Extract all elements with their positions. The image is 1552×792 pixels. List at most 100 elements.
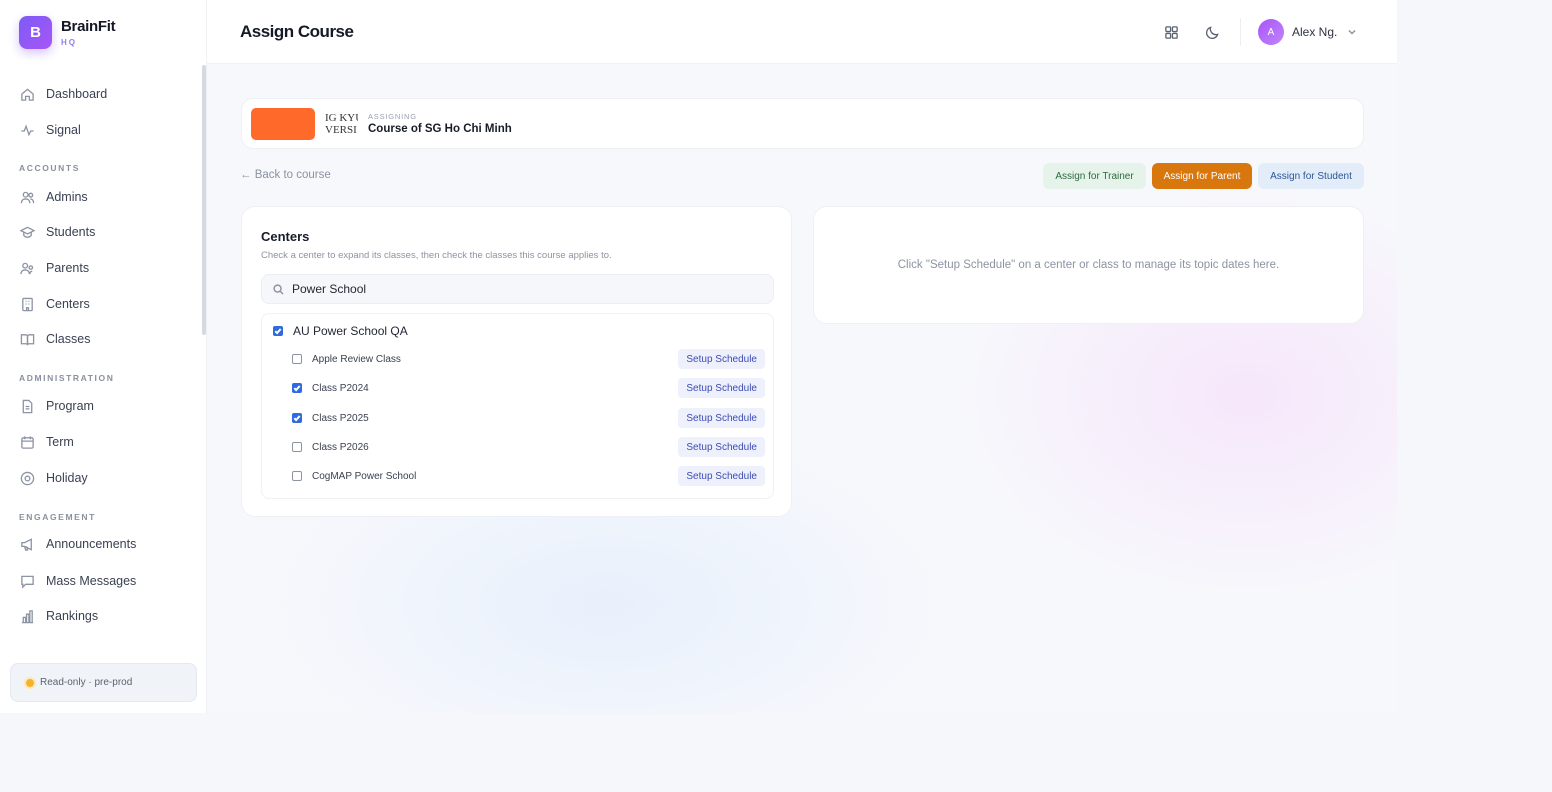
class-name: Class P2025 xyxy=(312,412,369,424)
center-row[interactable]: AU Power School QA xyxy=(273,324,408,338)
sidebar-item-label: Term xyxy=(46,435,74,449)
setup-schedule-button[interactable]: Setup Schedule xyxy=(678,378,765,398)
home-icon xyxy=(21,87,34,101)
status-dot xyxy=(26,678,34,687)
moon-icon xyxy=(1205,25,1219,39)
bar-chart-icon xyxy=(21,609,34,623)
calendar-icon xyxy=(21,435,34,449)
sidebar-item-program[interactable]: Program xyxy=(20,395,94,417)
schedule-hint: Click "Setup Schedule" on a center or cl… xyxy=(897,259,1280,271)
apps-grid-button[interactable] xyxy=(1161,22,1181,42)
sidebar-item-label: Students xyxy=(46,225,96,239)
sidebar-item-dashboard[interactable]: Dashboard xyxy=(20,83,107,105)
sidebar-item-label: Admins xyxy=(46,190,88,204)
sidebar-item-label: Mass Messages xyxy=(46,574,137,588)
class-row: Apple Review Class Setup Schedule xyxy=(292,349,765,369)
message-icon xyxy=(21,575,34,589)
sidebar-item-classes[interactable]: Classes xyxy=(20,328,90,350)
sidebar-nav: Dashboard Signal ACCOUNTS Admins Student… xyxy=(0,76,200,654)
class-checkbox[interactable] xyxy=(292,471,302,481)
brand[interactable]: B BrainFit HQ xyxy=(19,16,116,49)
class-checkbox[interactable] xyxy=(292,383,302,393)
search-input[interactable] xyxy=(292,282,762,296)
sidebar-item-label: Classes xyxy=(46,332,91,346)
user-menu[interactable]: A Alex Ng. xyxy=(1258,19,1357,45)
assigning-label: ASSIGNING xyxy=(368,112,417,121)
sidebar-item-term[interactable]: Term xyxy=(20,431,74,453)
sidebar-item-label: Rankings xyxy=(46,609,99,623)
assign-trainer-button[interactable]: Assign for Trainer xyxy=(1043,163,1146,189)
book-icon xyxy=(20,333,35,345)
course-thumbnail-text: IG KYU VERSI xyxy=(325,112,358,136)
sidebar-item-mass-messages[interactable]: Mass Messages xyxy=(20,570,136,592)
grid-icon xyxy=(1164,25,1178,39)
env-badge: Read-only · pre-prod xyxy=(10,663,197,702)
holiday-icon xyxy=(20,471,35,485)
assign-student-button[interactable]: Assign for Student xyxy=(1258,163,1364,189)
sidebar-scrollbar[interactable] xyxy=(202,65,206,335)
theme-toggle-button[interactable] xyxy=(1202,22,1222,42)
class-row: Class P2025 Setup Schedule xyxy=(292,408,765,428)
main-content: IG KYU VERSI ASSIGNING Course of SG Ho C… xyxy=(207,64,1397,713)
setup-schedule-button[interactable]: Setup Schedule xyxy=(678,349,765,369)
building-icon xyxy=(22,297,33,311)
course-thumbnail xyxy=(251,108,315,140)
sidebar: B BrainFit HQ Dashboard Signal ACCOUNTS … xyxy=(0,0,207,713)
class-name: Class P2024 xyxy=(312,382,369,394)
center-name: AU Power School QA xyxy=(293,324,408,338)
brand-sub: HQ xyxy=(61,38,77,47)
sidebar-item-announcements[interactable]: Announcements xyxy=(20,533,136,555)
center-search xyxy=(261,274,774,304)
class-checkbox[interactable] xyxy=(292,442,302,452)
checkmark-icon xyxy=(293,415,301,422)
megaphone-icon xyxy=(21,537,32,551)
sidebar-item-admins[interactable]: Admins xyxy=(20,186,88,208)
sidebar-item-students[interactable]: Students xyxy=(20,221,95,243)
sidebar-item-holiday[interactable]: Holiday xyxy=(20,467,88,489)
sidebar-item-parents[interactable]: Parents xyxy=(20,257,89,279)
assigning-card: IG KYU VERSI ASSIGNING Course of SG Ho C… xyxy=(241,98,1364,149)
user-name: Alex Ng. xyxy=(1292,25,1338,39)
sidebar-item-label: Parents xyxy=(46,261,90,275)
sidebar-item-signal[interactable]: Signal xyxy=(20,119,81,141)
assigning-course-name: Course of SG Ho Chi Minh xyxy=(368,123,512,135)
class-name: Class P2026 xyxy=(312,441,369,453)
centers-title: Centers xyxy=(261,229,310,244)
brand-name: BrainFit xyxy=(61,18,116,35)
class-checkbox[interactable] xyxy=(292,413,302,423)
chevron-down-icon xyxy=(1348,29,1356,35)
signal-icon xyxy=(21,123,34,136)
env-badge-label: Read-only · pre-prod xyxy=(40,677,133,688)
assign-parent-button[interactable]: Assign for Parent xyxy=(1152,163,1252,189)
graduation-cap-icon xyxy=(20,226,35,238)
brand-logo: B xyxy=(19,16,52,49)
sidebar-item-label: Program xyxy=(46,399,94,413)
checkmark-icon xyxy=(274,328,282,335)
admins-icon xyxy=(20,191,35,203)
class-name: CogMAP Power School xyxy=(312,470,417,482)
setup-schedule-button[interactable]: Setup Schedule xyxy=(678,437,765,457)
center-tree: AU Power School QA Apple Review Class Se… xyxy=(261,313,774,499)
nav-section-administration: ADMINISTRATION xyxy=(19,373,115,383)
centers-description: Check a center to expand its classes, th… xyxy=(261,250,612,261)
search-icon xyxy=(273,283,284,295)
class-name: Apple Review Class xyxy=(312,353,401,365)
sidebar-item-label: Dashboard xyxy=(46,87,108,101)
centers-panel: Centers Check a center to expand its cla… xyxy=(241,206,792,517)
class-checkbox[interactable] xyxy=(292,354,302,364)
checkmark-icon xyxy=(293,385,301,392)
sidebar-item-label: Signal xyxy=(46,123,81,137)
top-header: Assign Course A Alex Ng. xyxy=(207,0,1397,64)
class-row: Class P2026 Setup Schedule xyxy=(292,437,765,457)
sidebar-item-label: Announcements xyxy=(46,537,137,551)
center-checkbox[interactable] xyxy=(273,326,283,336)
setup-schedule-button[interactable]: Setup Schedule xyxy=(678,466,765,486)
nav-section-engagement: ENGAGEMENT xyxy=(19,512,96,522)
sidebar-item-label: Holiday xyxy=(46,471,88,485)
app-window: B BrainFit HQ Dashboard Signal ACCOUNTS … xyxy=(0,0,1397,713)
setup-schedule-button[interactable]: Setup Schedule xyxy=(678,408,765,428)
sidebar-item-rankings[interactable]: Rankings xyxy=(20,605,98,627)
sidebar-item-label: Centers xyxy=(46,297,90,311)
back-to-course-link[interactable]: ← Back to course xyxy=(240,169,331,181)
sidebar-item-centers[interactable]: Centers xyxy=(20,293,90,315)
